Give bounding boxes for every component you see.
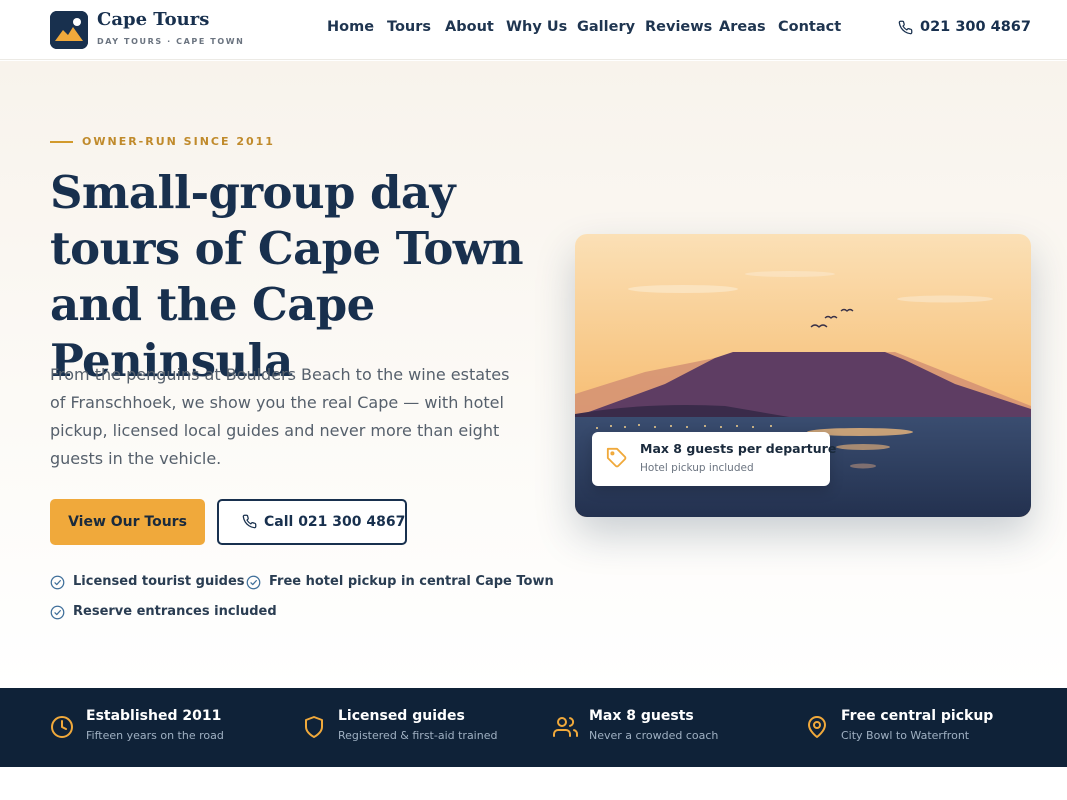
call-button-label: Call 021 300 4867 xyxy=(264,514,406,530)
feature-title: Established 2011 xyxy=(86,708,222,724)
feature-subtitle: Registered & first-aid trained xyxy=(338,729,498,742)
guest-limit-badge: Max 8 guests per departure Hotel pickup … xyxy=(592,432,836,486)
clock-icon xyxy=(51,716,73,738)
tag-icon xyxy=(606,447,627,468)
top-nav: Cape Tours DAY TOURS · CAPE TOWN Home To… xyxy=(0,0,1067,60)
check-label: Reserve entrances included xyxy=(73,604,277,619)
feature-subtitle: City Bowl to Waterfront xyxy=(841,729,970,742)
eyebrow-divider xyxy=(50,141,73,143)
check-item: Free hotel pickup in central Cape Town xyxy=(246,574,554,590)
nav-link-gallery[interactable]: Gallery xyxy=(577,19,635,35)
check-circle-icon xyxy=(50,575,65,590)
check-item: Reserve entrances included xyxy=(50,604,277,620)
phone-icon xyxy=(242,514,257,529)
feature-subtitle: Fifteen years on the road xyxy=(86,729,224,742)
hero-intro: From the penguins at Boulders Beach to t… xyxy=(50,365,510,468)
check-label: Free hotel pickup in central Cape Town xyxy=(269,574,554,589)
feature-title: Free central pickup xyxy=(841,708,994,724)
shield-icon xyxy=(305,716,323,738)
hero-eyebrow: OWNER-RUN SINCE 2011 xyxy=(82,135,275,148)
map-pin-icon xyxy=(808,716,826,738)
check-item: Licensed tourist guides xyxy=(50,574,245,590)
view-tours-button[interactable]: View Our Tours xyxy=(50,499,205,545)
nav-phone-link[interactable]: 021 300 4867 xyxy=(898,19,1031,35)
users-icon xyxy=(553,717,579,737)
nav-link-about[interactable]: About xyxy=(445,19,494,35)
hero-headline: Small-group day tours of Cape Town and t… xyxy=(50,166,524,387)
hero-section: OWNER-RUN SINCE 2011 Small-group day tou… xyxy=(0,61,1067,688)
check-label: Licensed tourist guides xyxy=(73,574,245,589)
phone-icon xyxy=(898,20,913,35)
nav-link-home[interactable]: Home xyxy=(327,19,374,35)
check-circle-icon xyxy=(246,575,261,590)
nav-link-contact[interactable]: Contact xyxy=(778,19,841,35)
hero-illustration-card: Max 8 guests per departure Hotel pickup … xyxy=(575,234,1031,517)
feature-title: Max 8 guests xyxy=(589,708,694,724)
nav-phone-number: 021 300 4867 xyxy=(920,19,1031,35)
badge-subtitle: Hotel pickup included xyxy=(640,462,754,474)
badge-title: Max 8 guests per departure xyxy=(640,441,837,456)
brand-tagline: DAY TOURS · CAPE TOWN xyxy=(97,37,245,46)
feature-title: Licensed guides xyxy=(338,708,465,724)
nav-link-reviews[interactable]: Reviews xyxy=(645,19,712,35)
brand-name[interactable]: Cape Tours xyxy=(97,9,209,30)
nav-link-why-us[interactable]: Why Us xyxy=(506,19,567,35)
check-circle-icon xyxy=(50,605,65,620)
feature-strip: Established 2011 Fifteen years on the ro… xyxy=(0,688,1067,767)
call-button[interactable]: Call 021 300 4867 xyxy=(217,499,407,545)
nav-link-tours[interactable]: Tours xyxy=(387,19,431,35)
feature-subtitle: Never a crowded coach xyxy=(589,729,719,742)
logo-icon[interactable] xyxy=(50,11,88,49)
nav-link-areas[interactable]: Areas xyxy=(719,19,766,35)
